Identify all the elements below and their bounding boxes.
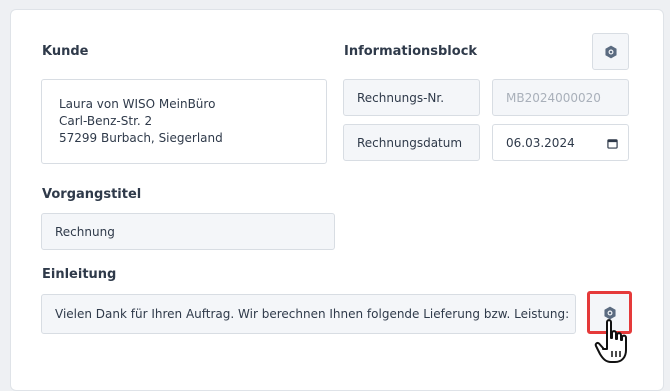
info-block-settings-button[interactable] — [592, 33, 629, 70]
title-value: Rechnung — [55, 224, 115, 239]
invoice-number-label: Rechnungs-Nr. — [357, 90, 445, 105]
title-field[interactable]: Rechnung — [41, 213, 335, 250]
invoice-number-placeholder: MB2024000020 — [506, 90, 601, 105]
intro-label: Einleitung — [42, 267, 117, 282]
address-line-3: 57299 Burbach, Siegerland — [59, 131, 223, 145]
intro-field[interactable]: Vielen Dank für Ihren Auftrag. Wir berec… — [41, 294, 576, 334]
invoice-number-field[interactable]: MB2024000020 — [492, 79, 629, 116]
address-line-2: Carl-Benz-Str. 2 — [59, 114, 153, 128]
customer-address-box[interactable]: Laura von WISO MeinBüro Carl-Benz-Str. 2… — [41, 79, 327, 164]
address-line-1: Laura von WISO MeinBüro — [59, 97, 216, 111]
customer-label: Kunde — [42, 44, 89, 59]
invoice-number-label-box: Rechnungs-Nr. — [343, 79, 480, 116]
gear-icon — [604, 45, 617, 58]
invoice-date-field[interactable]: 06.03.2024 — [492, 124, 629, 161]
hand-pointer-cursor-icon — [594, 319, 627, 363]
title-label: Vorgangstitel — [42, 187, 142, 202]
info-block-label: Informationsblock — [344, 44, 478, 59]
calendar-icon[interactable] — [607, 138, 618, 149]
invoice-date-value: 06.03.2024 — [506, 135, 575, 150]
intro-value: Vielen Dank für Ihren Auftrag. Wir berec… — [55, 307, 570, 321]
invoice-date-label-box: Rechnungsdatum — [343, 124, 480, 161]
invoice-date-label: Rechnungsdatum — [357, 135, 463, 150]
